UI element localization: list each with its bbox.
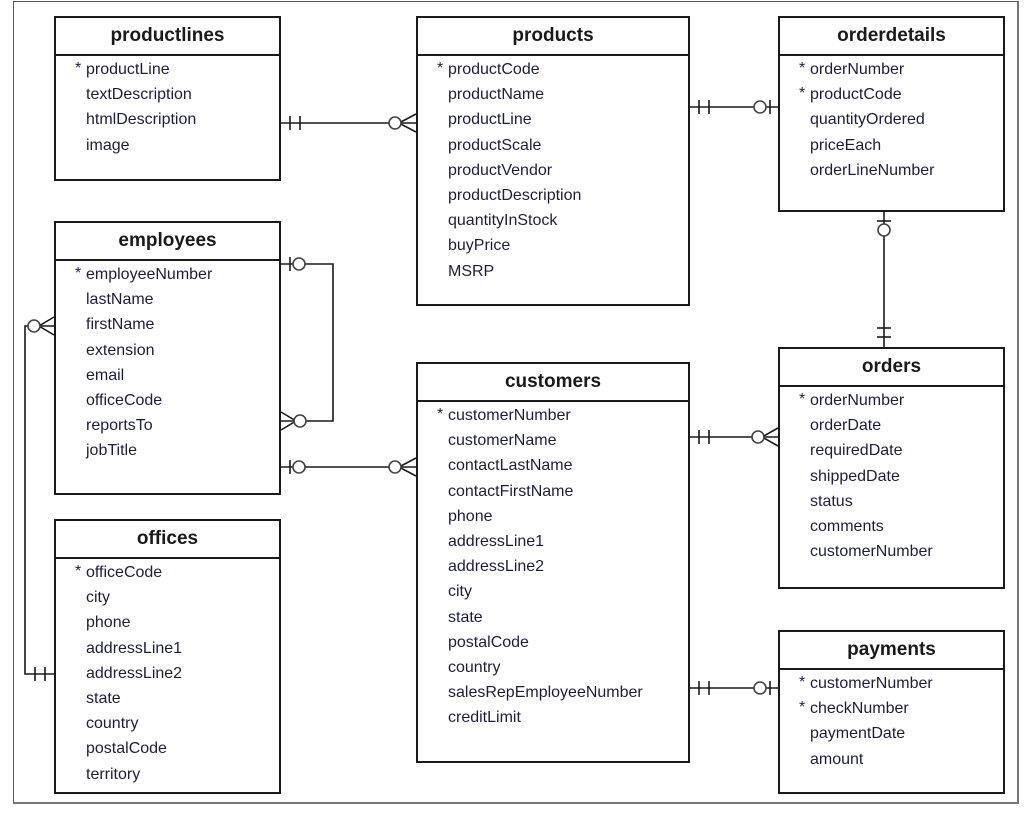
attribute: officeCode [86, 391, 163, 409]
attribute: reportsTo [86, 417, 153, 435]
attribute: productLine [448, 111, 532, 129]
attribute-list: orderNumberproductCode quantityOrdered pri… [780, 56, 1003, 184]
primary-key-attribute: productCode [418, 57, 688, 83]
attribute: quantityInStock [448, 212, 558, 230]
entity-title: orderdetails [780, 18, 1003, 56]
attribute: postalCode [448, 633, 529, 651]
entity-title: productlines [56, 18, 279, 56]
attribute: email [86, 366, 125, 384]
attribute: orderDate [810, 417, 882, 435]
attribute: amount [810, 750, 864, 768]
attribute: lastName [86, 291, 154, 309]
entity-title: offices [56, 521, 279, 559]
attribute: phone [448, 507, 493, 525]
attribute: contactLastName [448, 457, 573, 475]
entity-customers[interactable]: customers customerNumber customerName cont… [416, 362, 690, 763]
attribute: territory [86, 765, 141, 783]
attribute: orderLineNumber [810, 161, 935, 179]
attribute: productDescription [448, 186, 582, 204]
attribute: firstName [86, 316, 155, 334]
attribute-list: officeCode city phone addressLine1 addressLi… [56, 559, 279, 788]
attribute: country [86, 715, 139, 733]
attribute-list: orderNumber orderDate requiredDate shippedD… [780, 387, 1003, 565]
primary-key-attribute: checkNumber [780, 696, 1003, 722]
attribute: customerNumber [810, 543, 933, 561]
attribute: city [448, 583, 472, 601]
entity-offices[interactable]: offices officeCode city phone addressLine1 a… [54, 519, 281, 794]
entity-products[interactable]: products productCode productName productLi… [416, 16, 690, 306]
entity-orders[interactable]: orders orderNumber orderDate requiredDate s… [778, 347, 1005, 589]
attribute: salesRepEmployeeNumber [448, 684, 643, 702]
entity-title: products [418, 18, 688, 56]
primary-key-attribute: officeCode [56, 560, 279, 586]
attribute: htmlDescription [86, 111, 197, 129]
attribute: requiredDate [810, 442, 903, 460]
entity-title: customers [418, 364, 688, 402]
attribute: contactFirstName [448, 482, 574, 500]
entity-title: payments [780, 632, 1003, 670]
primary-key-attribute: productCode [780, 82, 1003, 108]
primary-key-attribute: orderNumber [780, 388, 1003, 414]
attribute: postalCode [86, 740, 167, 758]
attribute: extension [86, 341, 155, 359]
attribute: productScale [448, 136, 542, 154]
attribute: addressLine1 [448, 532, 545, 550]
entity-orderdetails[interactable]: orderdetails orderNumberproductCode quant… [778, 16, 1005, 212]
attribute: quantityOrdered [810, 111, 925, 129]
attribute: state [86, 689, 121, 707]
attribute: addressLine2 [448, 558, 545, 576]
attribute: image [86, 136, 130, 154]
attribute-list: customerNumbercheckNumber paymentDate amou… [780, 670, 1003, 773]
attribute: status [810, 492, 853, 510]
attribute: comments [810, 517, 884, 535]
attribute: paymentDate [810, 725, 906, 743]
attribute: country [448, 658, 501, 676]
primary-key-attribute: orderNumber [780, 57, 1003, 83]
entity-title: employees [56, 223, 279, 261]
entity-productlines[interactable]: productlines productLine textDescription h… [54, 16, 281, 181]
attribute: creditLimit [448, 709, 521, 727]
attribute: addressLine2 [86, 664, 183, 682]
attribute: addressLine1 [86, 639, 183, 657]
primary-key-attribute: productLine [56, 57, 279, 83]
attribute: priceEach [810, 136, 882, 154]
attribute: textDescription [86, 86, 192, 104]
attribute: productVendor [448, 161, 553, 179]
attribute: productName [448, 86, 545, 104]
attribute-list: productLine textDescription htmlDescriptio… [56, 56, 279, 159]
attribute-list: productCode productName productLine product… [418, 56, 688, 285]
entity-title: orders [780, 349, 1003, 387]
attribute: city [86, 589, 110, 607]
attribute-list: customerNumber customerName contactLastNam… [418, 402, 688, 731]
entity-employees[interactable]: employees employeeNumber lastName firstNam… [54, 221, 281, 495]
attribute: MSRP [448, 262, 495, 280]
entity-payments[interactable]: payments customerNumbercheckNumber paymen… [778, 630, 1005, 794]
attribute-list: employeeNumber lastName firstName extension… [56, 261, 279, 465]
attribute: shippedDate [810, 467, 900, 485]
attribute: state [448, 608, 483, 626]
primary-key-attribute: customerNumber [418, 403, 688, 429]
primary-key-attribute: employeeNumber [56, 262, 279, 288]
attribute: phone [86, 614, 131, 632]
attribute: buyPrice [448, 237, 511, 255]
primary-key-attribute: customerNumber [780, 671, 1003, 697]
attribute: customerName [448, 432, 557, 450]
attribute: jobTitle [86, 442, 137, 460]
